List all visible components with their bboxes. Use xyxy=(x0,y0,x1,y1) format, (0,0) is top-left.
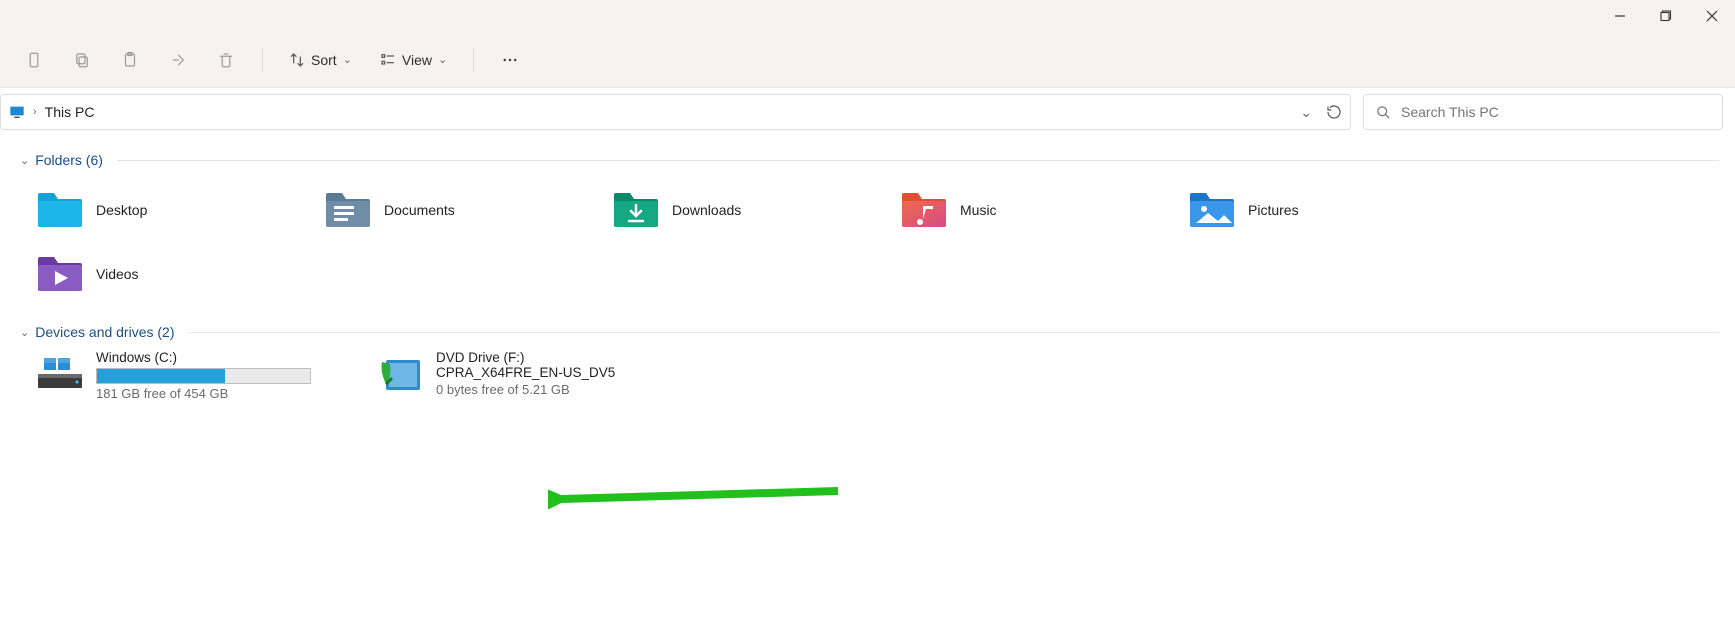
toolbar-divider xyxy=(262,48,263,72)
chevron-down-icon: ⌄ xyxy=(438,53,447,66)
os-drive-icon xyxy=(36,354,84,392)
drive-usage-fill xyxy=(97,369,225,383)
folder-label: Music xyxy=(960,202,997,218)
sort-icon xyxy=(289,52,305,68)
folder-label: Pictures xyxy=(1248,202,1299,218)
folder-label: Documents xyxy=(384,202,455,218)
folder-videos[interactable]: Videos xyxy=(36,242,324,306)
content-area: ⌄ Folders (6) Desktop Documents Download… xyxy=(0,136,1735,411)
drive-c[interactable]: Windows (C:) 181 GB free of 454 GB xyxy=(36,350,336,401)
drive-name-line2: CPRA_X64FRE_EN-US_DV5 xyxy=(436,365,615,380)
folder-downloads[interactable]: Downloads xyxy=(612,178,900,242)
delete-button[interactable] xyxy=(208,42,244,78)
music-folder-icon xyxy=(900,191,948,229)
group-title: Devices and drives (2) xyxy=(35,324,174,340)
folder-documents[interactable]: Documents xyxy=(324,178,612,242)
group-title: Folders (6) xyxy=(35,152,103,168)
documents-folder-icon xyxy=(324,191,372,229)
folder-music[interactable]: Music xyxy=(900,178,1188,242)
search-bar[interactable] xyxy=(1363,94,1723,130)
folder-label: Desktop xyxy=(96,202,147,218)
dvd-drive-icon xyxy=(376,354,424,392)
drive-name-line1: DVD Drive (F:) xyxy=(436,350,615,365)
minimize-button[interactable] xyxy=(1597,0,1643,32)
pictures-folder-icon xyxy=(1188,191,1236,229)
chevron-down-icon: ⌄ xyxy=(20,326,29,339)
annotation-arrow xyxy=(548,485,848,515)
view-label: View xyxy=(402,52,432,68)
maximize-button[interactable] xyxy=(1643,0,1689,32)
view-icon xyxy=(380,52,396,68)
folder-label: Downloads xyxy=(672,202,741,218)
copy-button[interactable] xyxy=(64,42,100,78)
cut-button[interactable] xyxy=(16,42,52,78)
folder-label: Videos xyxy=(96,266,139,282)
address-dropdown-icon[interactable]: ⌄ xyxy=(1300,104,1312,121)
refresh-icon[interactable] xyxy=(1326,104,1342,120)
group-header-drives[interactable]: ⌄ Devices and drives (2) xyxy=(16,318,1719,350)
sort-label: Sort xyxy=(311,52,337,68)
address-bar[interactable]: › This PC ⌄ xyxy=(0,94,1351,130)
divider-line xyxy=(117,160,1719,161)
drive-dvd[interactable]: DVD Drive (F:) CPRA_X64FRE_EN-US_DV5 0 b… xyxy=(376,350,676,401)
toolbar: Sort ⌄ View ⌄ xyxy=(0,32,1735,88)
navigation-row: › This PC ⌄ xyxy=(0,88,1735,136)
drive-usage-bar xyxy=(96,368,311,384)
drive-free-label: 181 GB free of 454 GB xyxy=(96,386,311,401)
more-button[interactable] xyxy=(492,42,528,78)
sort-menu[interactable]: Sort ⌄ xyxy=(281,42,360,78)
desktop-folder-icon xyxy=(36,191,84,229)
drives-row: Windows (C:) 181 GB free of 454 GB DVD D… xyxy=(16,350,1719,401)
search-input[interactable] xyxy=(1401,104,1710,120)
search-icon xyxy=(1376,105,1391,120)
chevron-down-icon: ⌄ xyxy=(20,154,29,167)
rename-button[interactable] xyxy=(160,42,196,78)
folder-desktop[interactable]: Desktop xyxy=(36,178,324,242)
folders-grid: Desktop Documents Downloads Music Pictur… xyxy=(16,178,1719,306)
downloads-folder-icon xyxy=(612,191,660,229)
view-menu[interactable]: View ⌄ xyxy=(372,42,455,78)
divider-line xyxy=(189,332,1720,333)
chevron-right-icon: › xyxy=(33,106,37,118)
drive-free-label: 0 bytes free of 5.21 GB xyxy=(436,382,615,397)
videos-folder-icon xyxy=(36,255,84,293)
address-location: This PC xyxy=(45,104,95,120)
folder-pictures[interactable]: Pictures xyxy=(1188,178,1476,242)
toolbar-divider xyxy=(473,48,474,72)
this-pc-icon xyxy=(9,104,25,120)
group-header-folders[interactable]: ⌄ Folders (6) xyxy=(16,146,1719,178)
title-bar xyxy=(0,0,1735,32)
drive-name: Windows (C:) xyxy=(96,350,311,365)
chevron-down-icon: ⌄ xyxy=(343,53,352,66)
close-button[interactable] xyxy=(1689,0,1735,32)
paste-button[interactable] xyxy=(112,42,148,78)
